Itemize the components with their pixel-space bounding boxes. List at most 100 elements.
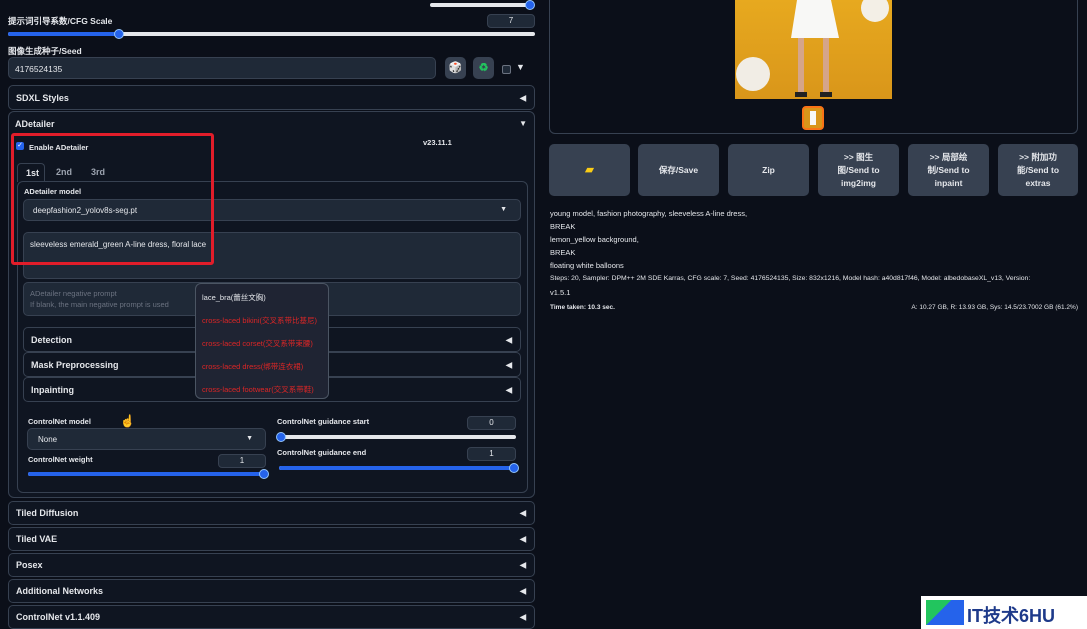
collapse-arrow-icon: ◀ xyxy=(505,385,512,394)
image-thumbnail[interactable] xyxy=(802,106,824,130)
guidance-end-slider-thumb[interactable] xyxy=(509,463,519,473)
autocomplete-item[interactable]: cross-laced corset(交叉系带束腰) xyxy=(202,338,313,349)
top-slider[interactable] xyxy=(430,0,535,10)
guidance-end-label: ControlNet guidance end xyxy=(277,448,367,457)
tiled-vae-accordion[interactable]: Tiled VAE ◀ xyxy=(8,527,535,551)
generation-info-line: floating white balloons xyxy=(550,261,624,270)
top-slider-thumb[interactable] xyxy=(524,0,535,10)
autocomplete-item[interactable]: cross-laced dress(绑带连衣裙) xyxy=(202,361,303,372)
send-to-inpaint-line2: 制/Send to xyxy=(927,164,970,175)
autocomplete-item[interactable]: cross-laced bikini(交叉系带比基尼) xyxy=(202,315,317,326)
controlnet-weight-slider[interactable] xyxy=(28,469,269,479)
posex-accordion[interactable]: Posex ◀ xyxy=(8,553,535,577)
controlnet-model-label: ControlNet model xyxy=(28,417,91,426)
tiled-diffusion-title: Tiled Diffusion xyxy=(16,508,79,518)
guidance-start-slider[interactable] xyxy=(276,432,516,442)
autocomplete-item[interactable]: cross-laced footwear(交叉系带鞋) xyxy=(202,384,314,395)
collapse-arrow-icon: ◀ xyxy=(519,612,526,622)
tiled-vae-title: Tiled VAE xyxy=(16,534,58,544)
controlnet-model-select[interactable]: None ▼ xyxy=(27,428,266,450)
generated-image[interactable] xyxy=(735,0,892,99)
zip-button[interactable]: Zip xyxy=(728,144,809,196)
send-to-img2img-line3: img2img xyxy=(841,177,876,188)
send-to-extras-line1: >> 附加功 xyxy=(1019,151,1057,162)
collapse-arrow-icon: ◀ xyxy=(519,534,526,544)
generation-info-line: BREAK xyxy=(550,222,576,231)
send-to-img2img-button[interactable]: >> 图生 图/Send to img2img xyxy=(818,144,899,196)
open-folder-button[interactable]: ▰ xyxy=(549,144,630,196)
send-to-extras-button[interactable]: >> 附加功 能/Send to extras xyxy=(998,144,1078,196)
generation-info-line: BREAK xyxy=(550,248,576,257)
send-to-extras-line2: 能/Send to xyxy=(1016,164,1060,175)
additional-networks-accordion[interactable]: Additional Networks ◀ xyxy=(8,579,535,603)
additional-networks-title: Additional Networks xyxy=(16,586,104,596)
controlnet-accordion[interactable]: ControlNet v1.1.409 ◀ xyxy=(8,605,535,629)
guidance-end-slider[interactable] xyxy=(279,463,519,473)
cfg-scale-input[interactable]: 7 xyxy=(487,14,535,28)
recycle-icon: ♻ xyxy=(478,61,489,74)
sdxl-styles-title: SDXL Styles xyxy=(16,92,69,103)
detection-title: Detection xyxy=(31,334,73,345)
guidance-start-input[interactable]: 0 xyxy=(467,416,516,430)
time-taken: Time taken: 10.3 sec. xyxy=(550,304,615,311)
generation-info-line: Steps: 20, Sampler: DPM++ 2M SDE Karras,… xyxy=(550,275,1031,282)
send-to-img2img-line1: >> 图生 xyxy=(843,151,874,162)
collapse-arrow-icon: ◀ xyxy=(519,586,526,596)
reuse-seed-button[interactable]: ♻ xyxy=(473,57,494,79)
generation-info-line: young model, fashion photography, sleeve… xyxy=(550,209,748,218)
controlnet-weight-slider-fill xyxy=(28,472,264,476)
cfg-scale-slider[interactable] xyxy=(8,29,535,39)
negative-prompt-placeholder-2: If blank, the main negative prompt is us… xyxy=(30,300,169,309)
thumbnail-figure xyxy=(810,111,816,125)
guidance-start-slider-thumb[interactable] xyxy=(276,432,286,442)
generation-info-line: lemon_yellow background, xyxy=(550,235,639,244)
send-to-inpaint-button[interactable]: >> 局部绘 制/Send to inpaint xyxy=(908,144,989,196)
seed-label: 图像生成种子/Seed xyxy=(8,46,82,56)
mask-preprocessing-title: Mask Preprocessing xyxy=(31,359,119,370)
autocomplete-item[interactable]: lace_bra(蕾丝文胸) xyxy=(202,292,266,303)
generation-info-line: v1.5.1 xyxy=(550,288,571,297)
collapse-arrow-icon: ◀ xyxy=(519,508,526,518)
send-to-img2img-line2: 图/Send to xyxy=(837,164,880,175)
collapse-arrow-icon: ◀ xyxy=(505,360,512,369)
collapse-arrow-icon: ◀ xyxy=(519,93,526,102)
inpainting-title: Inpainting xyxy=(31,384,74,395)
watermark-logo-icon xyxy=(926,600,964,625)
watermark: IT技术6HU xyxy=(921,596,1087,629)
cfg-scale-label: 提示词引导系数/CFG Scale xyxy=(8,16,113,26)
controlnet-model-value: None xyxy=(38,435,58,444)
folder-icon: ▰ xyxy=(585,163,594,176)
guidance-end-input[interactable]: 1 xyxy=(467,447,516,461)
expand-arrow-icon: ▼ xyxy=(519,119,527,128)
sdxl-styles-accordion[interactable]: SDXL Styles ◀ xyxy=(8,85,535,110)
collapse-arrow-icon: ◀ xyxy=(519,560,526,570)
random-seed-button[interactable]: 🎲 xyxy=(445,57,466,79)
cfg-scale-slider-fill xyxy=(8,32,119,36)
controlnet-weight-label: ControlNet weight xyxy=(28,455,93,464)
extra-seed-checkbox[interactable] xyxy=(502,65,511,74)
negative-prompt-placeholder-1: ADetailer negative prompt xyxy=(30,289,117,298)
seed-input[interactable]: 4176524135 xyxy=(8,57,436,79)
tiled-diffusion-accordion[interactable]: Tiled Diffusion ◀ xyxy=(8,501,535,525)
controlnet-weight-input[interactable]: 1 xyxy=(218,454,266,468)
cfg-scale-slider-thumb[interactable] xyxy=(113,29,124,39)
vram-usage: A: 10.27 GB, R: 13.93 GB, Sys: 14.5/23.7… xyxy=(911,304,1078,311)
generated-image-illustration xyxy=(736,0,889,97)
guidance-end-slider-fill xyxy=(279,466,514,470)
watermark-text: IT技术6HU xyxy=(967,606,1056,626)
adetailer-version: v23.11.1 xyxy=(423,138,452,147)
extra-seed-toggle-icon[interactable]: ▼ xyxy=(516,62,525,72)
adetailer-title: ADetailer xyxy=(15,119,55,129)
dice-icon: 🎲 xyxy=(448,61,463,74)
controlnet-weight-slider-thumb[interactable] xyxy=(259,469,269,479)
chevron-down-icon: ▼ xyxy=(246,435,253,442)
send-to-inpaint-line3: inpaint xyxy=(934,177,963,188)
collapse-arrow-icon: ◀ xyxy=(505,335,512,344)
chevron-down-icon: ▼ xyxy=(500,206,507,213)
guidance-start-label: ControlNet guidance start xyxy=(277,417,370,426)
highlight-box xyxy=(11,133,214,265)
autocomplete-popup: lace_bra(蕾丝文胸) cross-laced bikini(交叉系带比基… xyxy=(195,283,329,399)
send-to-extras-line3: extras xyxy=(1025,177,1051,188)
save-button[interactable]: 保存/Save xyxy=(638,144,719,196)
mouse-cursor-icon: ☝ xyxy=(120,414,135,428)
